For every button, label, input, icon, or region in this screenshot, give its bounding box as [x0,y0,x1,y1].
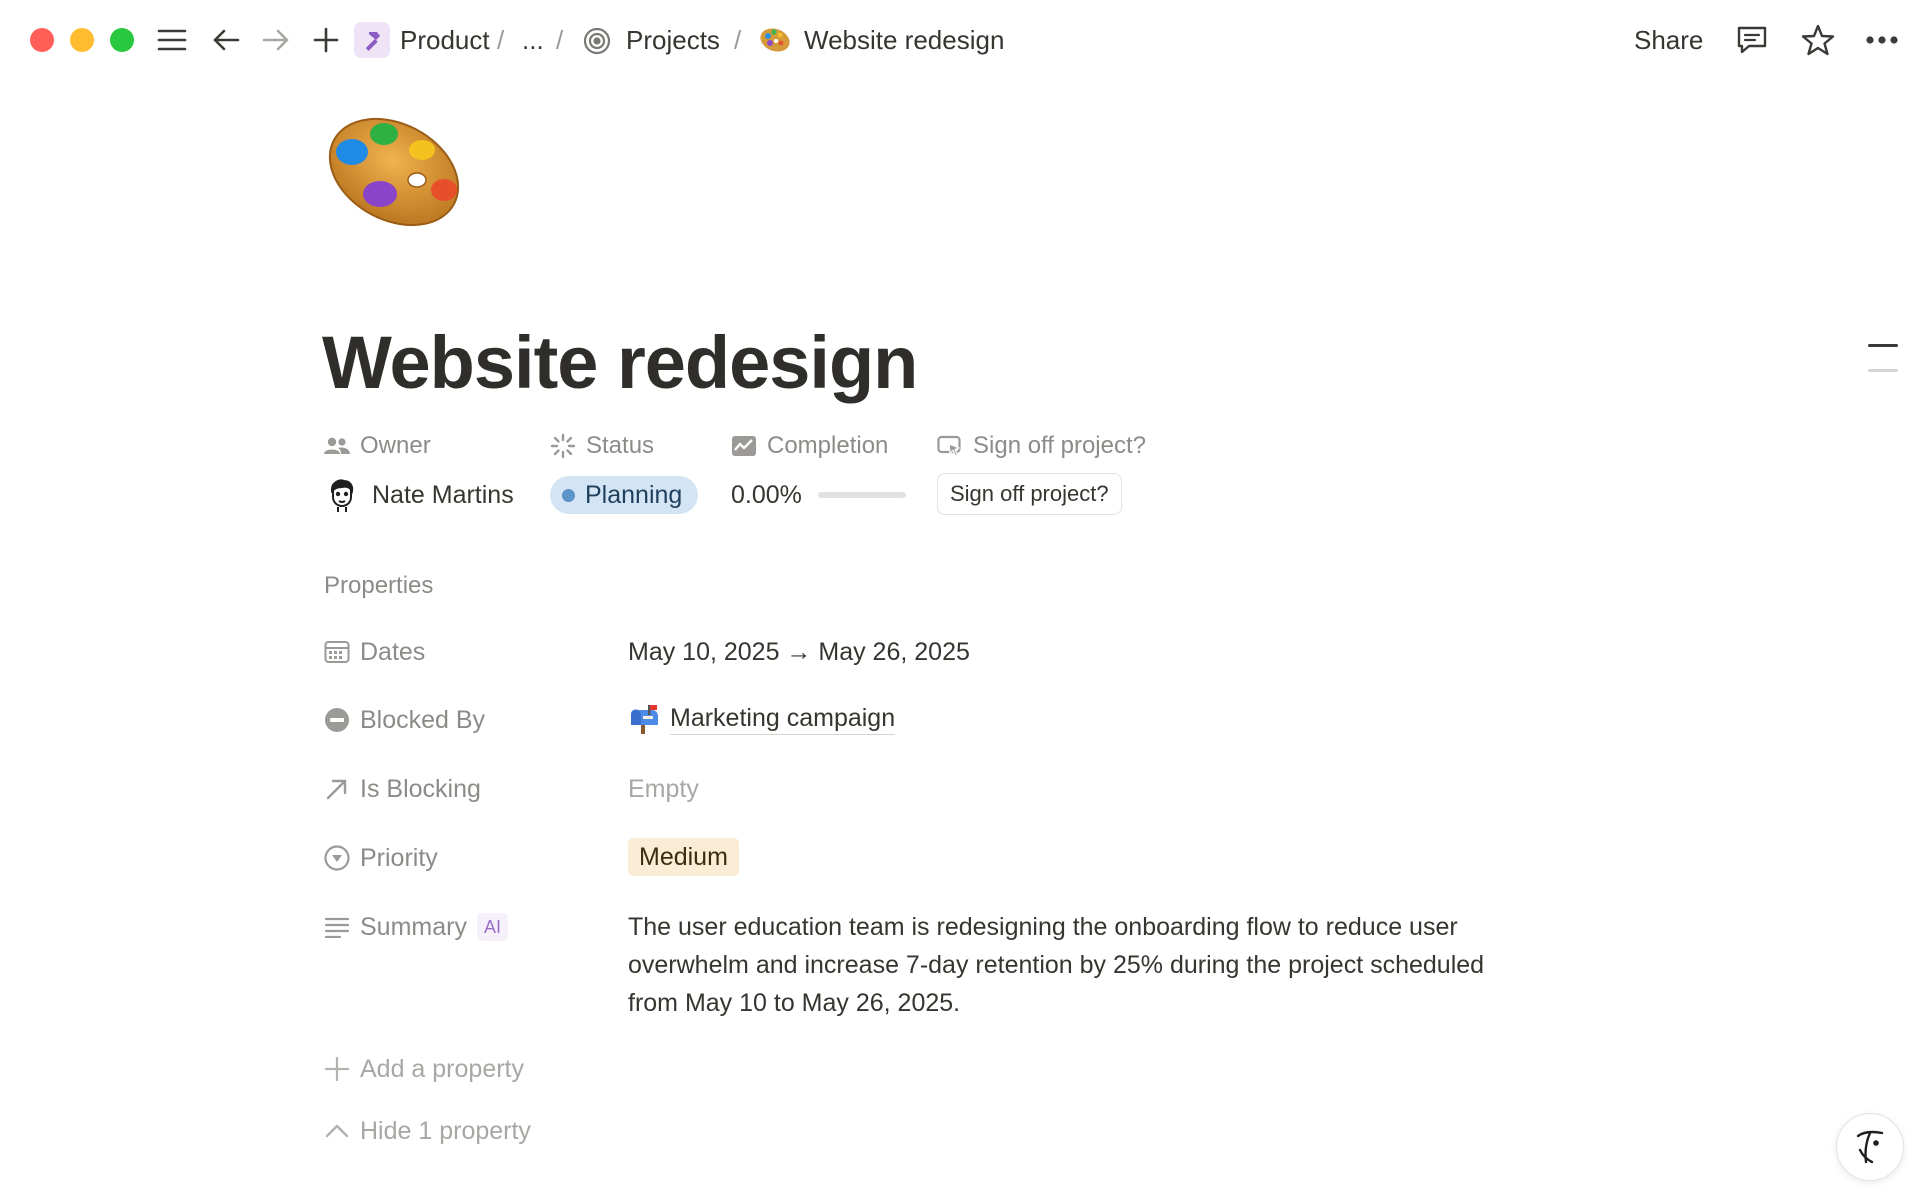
mailbox-icon [628,704,660,734]
notion-ai-button[interactable] [1836,1113,1904,1181]
hammer-icon [354,22,390,58]
status-loading-icon [550,433,576,459]
page-title[interactable]: Website redesign [322,318,918,408]
back-arrow-icon[interactable] [206,20,246,60]
breadcrumb-projects[interactable]: Projects [626,24,720,56]
property-label-priority[interactable]: Priority [324,840,438,876]
dates-value[interactable]: May 10, 2025 → May 26, 2025 [628,634,970,670]
status-property-label[interactable]: Status [550,430,654,462]
completion-label-text: Completion [767,432,889,459]
owner-property-label[interactable]: Owner [324,430,431,462]
completion-progress-bar [817,492,906,498]
owner-value[interactable]: Nate Martins [326,475,514,515]
share-button[interactable]: Share [1634,24,1703,56]
minimize-window-button[interactable] [70,28,94,52]
breadcrumb-separator: / [497,25,505,55]
more-icon[interactable] [1862,20,1902,60]
owner-name: Nate Martins [372,481,514,509]
status-dot [562,488,575,502]
blocked-by-label-text: Blocked By [360,706,486,734]
sidebar-menu-icon[interactable] [152,20,192,60]
completion-property-label[interactable]: Completion [731,430,888,462]
hide-property-button[interactable]: Hide 1 property [324,1113,531,1149]
arrow-up-right-icon [324,776,350,802]
blocked-icon [324,707,350,733]
avatar [326,479,358,512]
artist-palette-icon [758,24,792,56]
status-label-text: Status [586,432,655,459]
breadcrumb-separator: / [556,25,564,55]
plus-icon [324,1056,350,1082]
calendar-icon [324,640,350,664]
add-property-button[interactable]: Add a property [324,1051,524,1087]
summary-value[interactable]: The user education team is redesigning t… [628,908,1484,1022]
priority-icon [324,845,350,871]
summary-label-text: Summary [360,913,467,941]
completion-percent: 0.00% [731,481,802,509]
people-icon [324,436,350,456]
priority-value[interactable]: Medium [628,838,739,876]
property-label-summary[interactable]: Summary AI [324,909,508,945]
text-lines-icon [324,916,350,938]
close-window-button[interactable] [30,28,54,52]
breadcrumb-workspace[interactable]: Product [400,24,490,56]
property-label-dates[interactable]: Dates [324,634,425,670]
status-value[interactable]: Planning [550,475,699,515]
table-of-contents-indicator[interactable] [1868,344,1898,378]
breadcrumb-ellipsis[interactable]: ... [522,24,544,56]
chart-icon [731,435,757,457]
zoom-window-button[interactable] [110,28,134,52]
chevron-up-icon [324,1122,350,1140]
summary-line: The user education team is redesigning t… [628,913,1458,941]
comment-icon[interactable] [1732,20,1772,60]
is-blocking-value[interactable]: Empty [628,771,699,807]
property-label-is-blocking[interactable]: Is Blocking [324,771,481,807]
breadcrumb-current-page[interactable]: Website redesign [804,24,1004,56]
page-icon[interactable] [322,114,470,234]
add-property-label: Add a property [360,1055,524,1083]
sign-off-button[interactable]: Sign off project? [937,473,1122,515]
property-label-blocked-by[interactable]: Blocked By [324,702,485,738]
status-text: Planning [585,481,683,509]
ai-face-icon [1856,1130,1884,1164]
breadcrumb-separator: / [734,25,742,55]
sign-off-label-text: Sign off project? [973,432,1147,459]
ai-badge: AI [476,913,508,941]
is-blocking-label-text: Is Blocking [360,775,481,803]
target-icon [582,26,612,56]
blocked-by-link[interactable]: Marketing campaign [670,702,896,735]
status-badge: Planning [550,476,699,514]
owner-label-text: Owner [360,432,431,459]
properties-section-title[interactable]: Properties [324,570,433,602]
add-icon[interactable] [306,20,346,60]
summary-line: overwhelm and increase 7-day retention b… [628,951,1485,979]
priority-label-text: Priority [360,844,438,872]
dates-label-text: Dates [360,638,426,666]
star-icon[interactable] [1798,20,1838,60]
summary-line: from May 10 to May 26, 2025. [628,989,961,1017]
hide-property-label: Hide 1 property [360,1117,531,1145]
forward-arrow-icon[interactable] [256,20,296,60]
completion-value[interactable]: 0.00% [731,475,906,515]
blocked-by-value[interactable]: Marketing campaign [628,702,896,735]
sign-off-property-label[interactable]: Sign off project? [937,430,1146,462]
priority-tag: Medium [628,838,739,876]
button-cursor-icon [937,434,963,458]
